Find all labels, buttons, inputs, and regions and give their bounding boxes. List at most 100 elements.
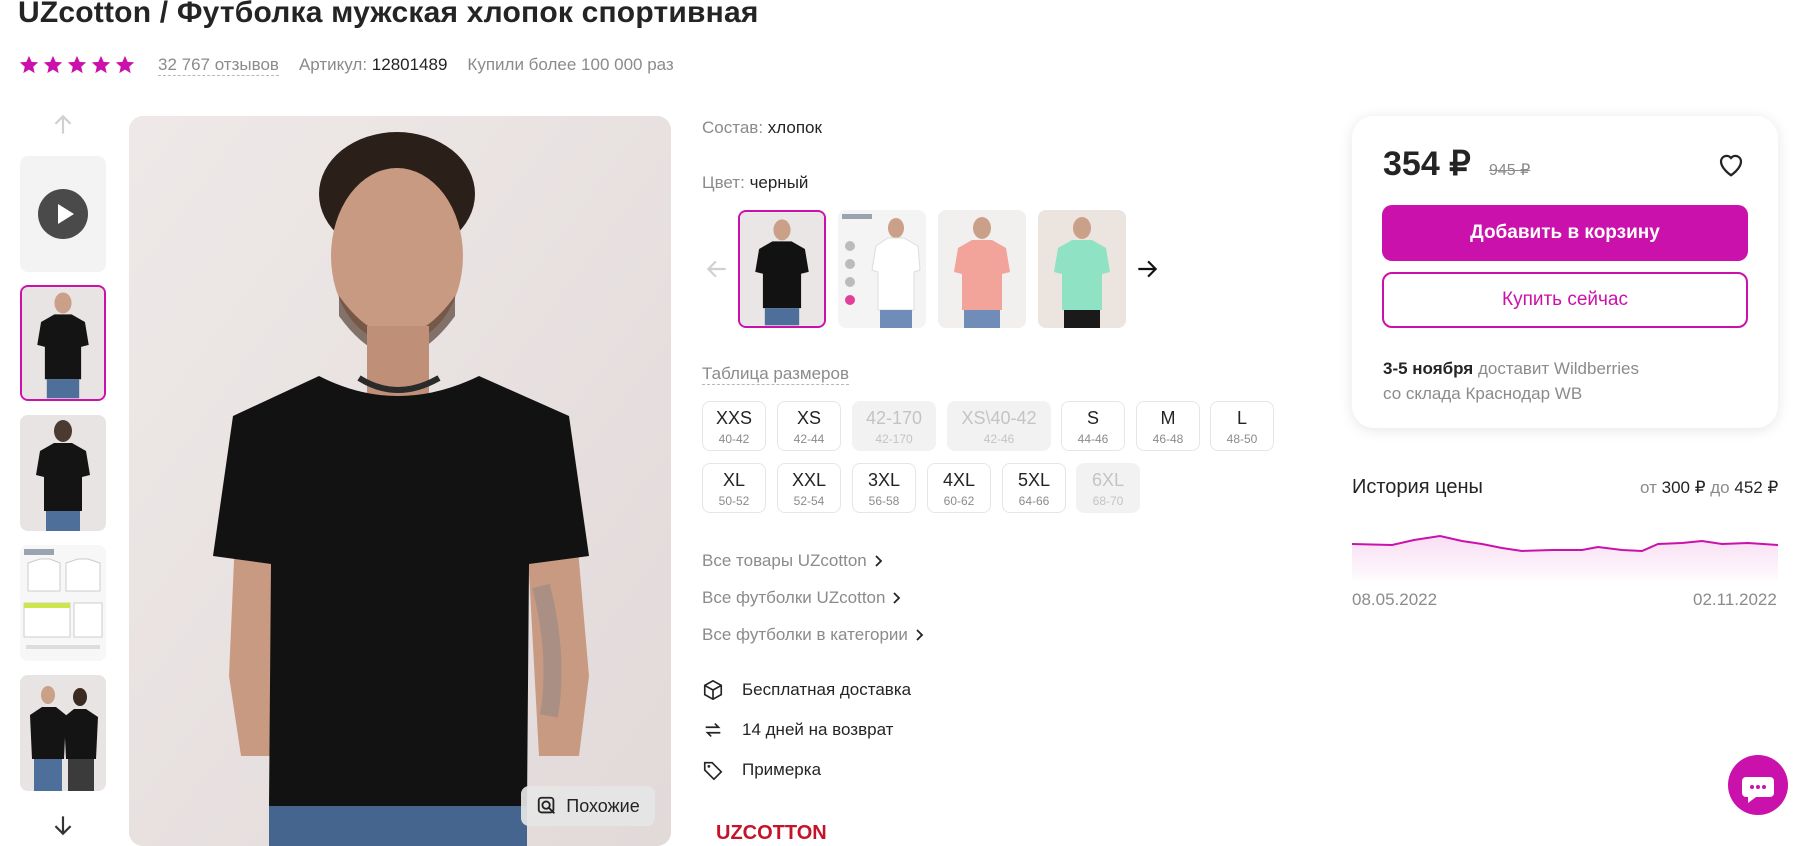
video-thumbnail[interactable]	[20, 156, 106, 272]
size-ru: 44-46	[1077, 432, 1109, 446]
rating-stars	[18, 54, 136, 76]
size-ru: 68-70	[1092, 494, 1124, 508]
search-similar-icon	[538, 796, 556, 814]
price-history-range: от 300 ₽ до 452 ₽	[1640, 478, 1778, 498]
size-option-disabled: 42-170 42-170	[852, 401, 936, 451]
heart-icon[interactable]	[1716, 149, 1746, 179]
thumbnail-back[interactable]	[20, 415, 106, 531]
size-ru: 48-50	[1226, 432, 1258, 446]
size-option[interactable]: L 48-50	[1210, 401, 1274, 451]
composition-value: хлопок	[767, 118, 822, 137]
size-ru: 56-58	[868, 494, 900, 508]
feature-fitting: Примерка	[702, 759, 821, 781]
size-ru: 46-48	[1152, 432, 1184, 446]
thumbnail-couple[interactable]	[20, 675, 106, 791]
similar-button[interactable]: Похожие	[521, 786, 655, 826]
size-label: XXS	[715, 408, 753, 428]
all-tshirts-category-label: Все футболки в категории	[702, 625, 908, 644]
size-ru: 42-46	[983, 432, 1015, 446]
all-tshirts-category-link[interactable]: Все футболки в категории	[702, 625, 924, 645]
buy-now-button[interactable]: Купить сейчас	[1382, 272, 1748, 328]
price-history-chart[interactable]	[1352, 520, 1778, 580]
fitting-label: Примерка	[742, 760, 822, 779]
size-label: XXL	[791, 470, 827, 490]
size-option[interactable]: M 46-48	[1136, 401, 1200, 451]
range-from-label: от	[1640, 478, 1657, 497]
size-label: XS\40-42	[961, 408, 1037, 428]
model-tshirt-image	[129, 116, 671, 846]
old-price: 945 ₽	[1489, 162, 1531, 179]
returns-label: 14 дней на возврат	[742, 720, 894, 739]
size-option[interactable]: XS 42-44	[777, 401, 841, 451]
article-value: 12801489	[371, 55, 448, 74]
size-option[interactable]: XL 50-52	[702, 463, 766, 513]
feature-returns: 14 дней на возврат	[702, 719, 893, 741]
range-from-value: 300 ₽	[1661, 478, 1706, 497]
size-label: 3XL	[867, 470, 901, 490]
tshirt-front-image	[22, 287, 104, 399]
size-label: S	[1086, 408, 1099, 428]
star-icon	[19, 55, 39, 74]
all-brand-label: Все товары UZcotton	[702, 551, 867, 570]
size-ru: 64-66	[1018, 494, 1050, 508]
size-label: 42-170	[865, 408, 923, 428]
size-option[interactable]: S 44-46	[1061, 401, 1125, 451]
composition-label: Состав:	[702, 118, 764, 137]
all-tshirts-brand-label: Все футболки UZcotton	[702, 588, 886, 607]
size-option[interactable]: XXL 52-54	[777, 463, 841, 513]
size-label: XS	[796, 408, 821, 428]
product-meta: 32 767 отзывов Артикул: 12801489 Купили …	[18, 54, 674, 76]
main-product-image[interactable]: Похожие	[129, 116, 671, 846]
range-to-value: 452 ₽	[1734, 478, 1779, 497]
color-option-black[interactable]	[738, 210, 826, 328]
color-option-mint[interactable]	[1038, 210, 1126, 328]
box-icon	[703, 679, 723, 701]
thumbnail-front[interactable]	[20, 285, 106, 401]
delivery-info: 3-5 ноября доставит Wildberries со склад…	[1383, 356, 1639, 406]
thumbnail-size-chart[interactable]	[20, 545, 106, 661]
chat-icon	[1742, 777, 1774, 803]
free-delivery-label: Бесплатная доставка	[742, 680, 912, 699]
size-table-link[interactable]: Таблица размеров	[702, 364, 849, 385]
bought-count: Купили более 100 000 раз	[467, 55, 674, 74]
all-tshirts-brand-link[interactable]: Все футболки UZcotton	[702, 588, 901, 608]
size-option[interactable]: 3XL 56-58	[852, 463, 916, 513]
white-tshirt-image	[838, 210, 926, 328]
color-option-white[interactable]	[838, 210, 926, 328]
size-ru: 50-52	[718, 494, 750, 508]
chat-button[interactable]	[1728, 755, 1788, 815]
reviews-link[interactable]: 32 767 отзывов	[158, 55, 279, 76]
star-icon	[43, 55, 63, 74]
size-label: 5XL	[1017, 470, 1051, 490]
feature-free-delivery: Бесплатная доставка	[702, 679, 911, 701]
color-value: черный	[749, 173, 809, 192]
size-option-disabled: 6XL 68-70	[1076, 463, 1140, 513]
range-to-label: до	[1710, 478, 1730, 497]
size-option[interactable]: 4XL 60-62	[927, 463, 991, 513]
chevron-right-icon	[893, 592, 901, 604]
current-price: 354 ₽	[1383, 145, 1471, 183]
star-icon	[115, 55, 135, 74]
price-history-end-date: 02.11.2022	[1693, 590, 1777, 609]
star-icon	[67, 55, 87, 74]
size-ru: 60-62	[943, 494, 975, 508]
size-label: M	[1160, 408, 1176, 428]
arrow-right-icon[interactable]	[1134, 256, 1160, 282]
product-title: UZcotton / Футболка мужская хлопок спорт…	[18, 0, 759, 29]
arrow-left-icon[interactable]	[704, 256, 730, 282]
size-option[interactable]: 5XL 64-66	[1002, 463, 1066, 513]
delivery-date: 3-5 ноября	[1383, 359, 1474, 378]
tshirt-back-image	[20, 415, 106, 531]
arrow-up-icon[interactable]	[50, 112, 76, 138]
all-brand-link[interactable]: Все товары UZcotton	[702, 551, 883, 571]
arrow-down-icon[interactable]	[50, 812, 76, 838]
brand-logo[interactable]: UZCOTTON	[716, 822, 827, 845]
delivery-from: со склада Краснодар WB	[1383, 384, 1583, 403]
size-ru: 52-54	[793, 494, 825, 508]
color-option-pink[interactable]	[938, 210, 1026, 328]
size-label: 4XL	[942, 470, 976, 490]
size-ru: 42-44	[793, 432, 825, 446]
price-history-start-date: 08.05.2022	[1352, 590, 1438, 609]
add-to-cart-button[interactable]: Добавить в корзину	[1382, 205, 1748, 261]
size-option[interactable]: XXS 40-42	[702, 401, 766, 451]
